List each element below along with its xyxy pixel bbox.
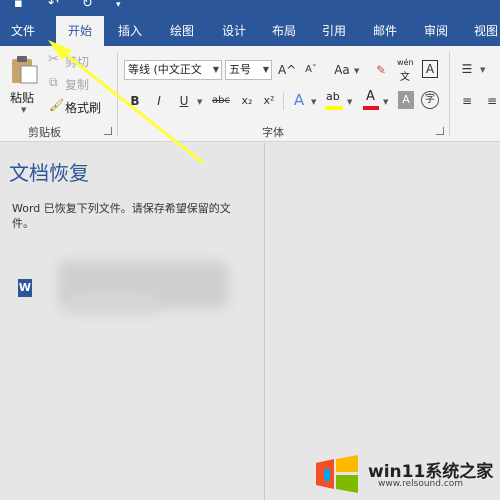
chevron-down-icon: ▼ xyxy=(262,65,269,74)
font-size-value: 五号 xyxy=(229,63,251,76)
tab-design[interactable]: 设计 xyxy=(212,16,256,46)
text-effects-button[interactable]: A xyxy=(291,91,307,109)
chevron-down-icon[interactable]: ▼ xyxy=(480,66,485,74)
clipboard-group-label: 剪贴板 xyxy=(28,126,61,139)
change-case-button[interactable]: Aa xyxy=(331,61,353,79)
cut-label: 剪切 xyxy=(65,55,90,69)
copy-label: 复制 xyxy=(65,78,90,92)
font-name-combo[interactable]: 等线 (中文正文 ▼ xyxy=(124,60,222,80)
ribbon: 粘贴 ▼ ✂ 剪切 ⧉ 复制 🖌 格式刷 剪贴板 等线 (中文正文 ▼ 五号 ▼… xyxy=(0,46,500,142)
tab-review[interactable]: 审阅 xyxy=(414,16,458,46)
font-group-label: 字体 xyxy=(262,126,284,139)
shrink-font-button[interactable]: Aˇ xyxy=(303,61,319,79)
cut-button[interactable]: ✂ 剪切 xyxy=(48,52,98,70)
enclose-characters-button[interactable]: 字 xyxy=(421,91,439,109)
chevron-down-icon: ▼ xyxy=(212,65,219,74)
tab-mailings[interactable]: 邮件 xyxy=(363,16,407,46)
group-divider xyxy=(117,52,118,136)
font-color-button[interactable]: A xyxy=(363,89,379,111)
center-button[interactable]: ≡ xyxy=(484,92,500,110)
paste-label: 粘贴 xyxy=(10,91,35,105)
tab-file[interactable]: 文件 xyxy=(0,16,46,46)
eraser-icon: ✎ xyxy=(375,63,387,77)
tab-insert[interactable]: 插入 xyxy=(108,16,152,46)
windows-logo-icon xyxy=(316,455,358,493)
quick-access-toolbar: ▪ ↶ ↻ ▾ xyxy=(0,0,500,16)
font-color-swatch xyxy=(363,106,379,110)
redo-icon[interactable]: ↻ xyxy=(82,0,93,11)
word-document-icon: W xyxy=(18,279,32,297)
highlight-button[interactable]: ab xyxy=(325,90,343,112)
align-left-icon: ≡ xyxy=(461,94,473,108)
pane-description: Word 已恢复下列文件。请保存希望保留的文件。 xyxy=(12,202,231,230)
chevron-down-icon: ▼ xyxy=(21,106,27,114)
font-launcher-icon[interactable] xyxy=(436,127,444,135)
customize-qat-icon[interactable]: ▾ xyxy=(116,0,121,10)
tab-references[interactable]: 引用 xyxy=(312,16,356,46)
group-divider xyxy=(283,92,284,110)
grow-font-button[interactable]: A^ xyxy=(278,61,296,79)
document-area xyxy=(266,143,500,500)
tab-home[interactable]: 开始 xyxy=(56,16,104,46)
copy-button[interactable]: ⧉ 复制 xyxy=(48,75,98,93)
clear-formatting-button[interactable]: ✎ xyxy=(372,61,390,79)
watermark-url: www.relsound.com xyxy=(378,479,464,489)
subscript-button[interactable]: x₂ xyxy=(238,92,256,110)
bold-button[interactable]: B xyxy=(128,92,142,110)
recovered-file-item[interactable]: W xyxy=(18,257,233,327)
character-shading-button[interactable]: A xyxy=(398,91,414,109)
align-center-icon: ≡ xyxy=(486,94,498,108)
format-painter-label: 格式刷 xyxy=(65,101,102,115)
font-size-combo[interactable]: 五号 ▼ xyxy=(225,60,272,80)
tab-layout[interactable]: 布局 xyxy=(262,16,306,46)
scissors-icon: ✂ xyxy=(48,52,59,67)
align-left-button[interactable]: ≡ xyxy=(458,92,476,110)
chevron-down-icon[interactable]: ▼ xyxy=(197,98,202,106)
blurred-file-info xyxy=(68,293,158,313)
highlighter-icon: ab xyxy=(326,90,340,103)
save-icon[interactable]: ▪ xyxy=(14,0,23,11)
italic-button[interactable]: I xyxy=(153,92,165,110)
superscript-button[interactable]: x² xyxy=(260,92,278,110)
group-divider xyxy=(449,52,450,136)
font-name-value: 等线 (中文正文 xyxy=(128,63,202,76)
document-recovery-pane: 文档恢复 Word 已恢复下列文件。请保存希望保留的文件。 W xyxy=(0,143,265,500)
tab-view[interactable]: 视图 xyxy=(466,16,500,46)
highlight-color-swatch xyxy=(325,106,343,110)
chevron-down-icon[interactable]: ▼ xyxy=(354,67,359,75)
strikethrough-button[interactable]: abc xyxy=(209,92,233,110)
pane-title: 文档恢复 xyxy=(9,161,89,185)
copy-icon: ⧉ xyxy=(49,75,58,89)
paste-button[interactable]: 粘贴 ▼ xyxy=(6,52,42,114)
chevron-down-icon[interactable]: ▼ xyxy=(383,98,388,106)
phonetic-bottom-text: 文 xyxy=(400,72,410,83)
clipboard-icon xyxy=(12,56,38,84)
bullets-button[interactable]: ☰ xyxy=(458,60,476,78)
bullets-icon: ☰ xyxy=(461,62,473,76)
character-border-button[interactable]: A xyxy=(422,60,438,78)
format-painter-button[interactable]: 🖌 格式刷 xyxy=(48,98,104,116)
clipboard-launcher-icon[interactable] xyxy=(104,127,112,135)
underline-button[interactable]: U xyxy=(177,92,191,110)
phonetic-top-text: wén xyxy=(397,58,414,67)
font-color-letter: A xyxy=(366,89,375,104)
ribbon-tabs: 文件 开始 插入 绘图 设计 布局 引用 邮件 审阅 视图 xyxy=(0,16,500,46)
chevron-down-icon[interactable]: ▼ xyxy=(347,98,352,106)
paintbrush-icon: 🖌 xyxy=(49,98,65,112)
chevron-down-icon[interactable]: ▼ xyxy=(311,98,316,106)
undo-icon[interactable]: ↶ xyxy=(48,0,59,11)
phonetic-guide-button[interactable]: wén 文 xyxy=(397,58,415,84)
tab-draw[interactable]: 绘图 xyxy=(160,16,204,46)
watermark: win11系统之家 www.relsound.com xyxy=(312,453,497,497)
